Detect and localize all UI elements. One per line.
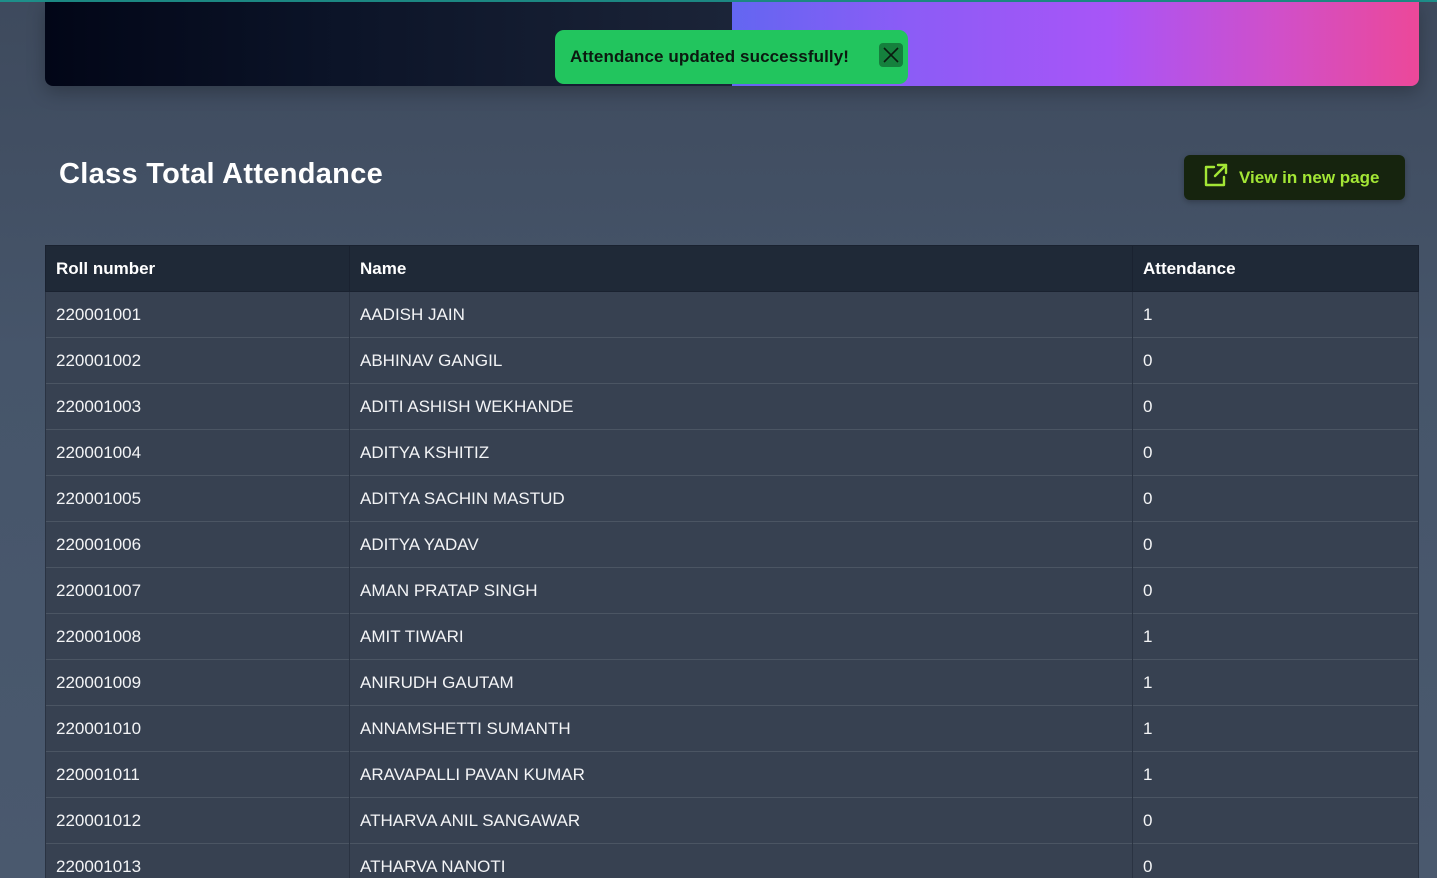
roll-number-cell: 220001004 xyxy=(45,429,350,476)
roll-number-cell: 220001010 xyxy=(45,705,350,752)
student-name-cell: AADISH JAIN xyxy=(349,291,1133,338)
table-row: 220001011 ARAVAPALLI PAVAN KUMAR 1 xyxy=(45,751,1419,798)
attendance-cell: 0 xyxy=(1132,843,1419,878)
student-name-cell: ADITYA SACHIN MASTUD xyxy=(349,475,1133,522)
roll-number-cell: 220001007 xyxy=(45,567,350,614)
close-icon[interactable] xyxy=(879,43,903,67)
table-row: 220001009 ANIRUDH GAUTAM 1 xyxy=(45,659,1419,706)
roll-number-cell: 220001011 xyxy=(45,751,350,798)
roll-number-cell: 220001001 xyxy=(45,291,350,338)
student-name-cell: ATHARVA NANOTI xyxy=(349,843,1133,878)
attendance-cell: 0 xyxy=(1132,475,1419,522)
student-name-cell: ABHINAV GANGIL xyxy=(349,337,1133,384)
roll-number-cell: 220001006 xyxy=(45,521,350,568)
roll-number-cell: 220001005 xyxy=(45,475,350,522)
student-name-cell: ANNAMSHETTI SUMANTH xyxy=(349,705,1133,752)
roll-number-cell: 220001002 xyxy=(45,337,350,384)
page-title: Class Total Attendance xyxy=(59,158,384,190)
table-row: 220001002 ABHINAV GANGIL 0 xyxy=(45,337,1419,384)
attendance-table-container: Roll number Name Attendance 220001001 AAD… xyxy=(45,245,1419,878)
roll-number-cell: 220001003 xyxy=(45,383,350,430)
student-name-cell: ADITYA YADAV xyxy=(349,521,1133,568)
attendance-cell: 1 xyxy=(1132,613,1419,660)
table-row: 220001010 ANNAMSHETTI SUMANTH 1 xyxy=(45,705,1419,752)
student-name-cell: ARAVAPALLI PAVAN KUMAR xyxy=(349,751,1133,798)
success-toast: Attendance updated successfully! xyxy=(555,30,908,84)
attendance-cell: 0 xyxy=(1132,383,1419,430)
external-link-icon xyxy=(1203,162,1229,193)
student-name-cell: ATHARVA ANIL SANGAWAR xyxy=(349,797,1133,844)
attendance-cell: 1 xyxy=(1132,705,1419,752)
student-name-cell: ADITYA KSHITIZ xyxy=(349,429,1133,476)
attendance-cell: 0 xyxy=(1132,567,1419,614)
header-attendance: Attendance xyxy=(1132,245,1419,292)
attendance-cell: 1 xyxy=(1132,659,1419,706)
toast-message: Attendance updated successfully! xyxy=(570,47,850,66)
student-name-cell: AMIT TIWARI xyxy=(349,613,1133,660)
table-row: 220001004 ADITYA KSHITIZ 0 xyxy=(45,429,1419,476)
attendance-cell: 0 xyxy=(1132,797,1419,844)
roll-number-cell: 220001013 xyxy=(45,843,350,878)
table-row: 220001007 AMAN PRATAP SINGH 0 xyxy=(45,567,1419,614)
table-row: 220001005 ADITYA SACHIN MASTUD 0 xyxy=(45,475,1419,522)
table-row: 220001008 AMIT TIWARI 1 xyxy=(45,613,1419,660)
student-name-cell: ADITI ASHISH WEKHANDE xyxy=(349,383,1133,430)
header-name: Name xyxy=(349,245,1133,292)
table-header-row: Roll number Name Attendance xyxy=(45,245,1419,292)
table-row: 220001003 ADITI ASHISH WEKHANDE 0 xyxy=(45,383,1419,430)
attendance-cell: 0 xyxy=(1132,429,1419,476)
table-row: 220001012 ATHARVA ANIL SANGAWAR 0 xyxy=(45,797,1419,844)
student-name-cell: AMAN PRATAP SINGH xyxy=(349,567,1133,614)
table-row: 220001006 ADITYA YADAV 0 xyxy=(45,521,1419,568)
roll-number-cell: 220001012 xyxy=(45,797,350,844)
attendance-cell: 1 xyxy=(1132,291,1419,338)
roll-number-cell: 220001009 xyxy=(45,659,350,706)
roll-number-cell: 220001008 xyxy=(45,613,350,660)
attendance-cell: 1 xyxy=(1132,751,1419,798)
table-row: 220001001 AADISH JAIN 1 xyxy=(45,291,1419,338)
student-name-cell: ANIRUDH GAUTAM xyxy=(349,659,1133,706)
attendance-cell: 0 xyxy=(1132,337,1419,384)
view-in-new-page-button[interactable]: View in new page xyxy=(1184,155,1405,200)
header-roll-number: Roll number xyxy=(45,245,350,292)
attendance-table: Roll number Name Attendance 220001001 AAD… xyxy=(45,245,1419,878)
table-body: 220001001 AADISH JAIN 1 220001002 ABHINAV GA… xyxy=(45,291,1419,878)
attendance-cell: 0 xyxy=(1132,521,1419,568)
table-row: 220001013 ATHARVA NANOTI 0 xyxy=(45,843,1419,878)
view-button-label: View in new page xyxy=(1239,167,1380,187)
